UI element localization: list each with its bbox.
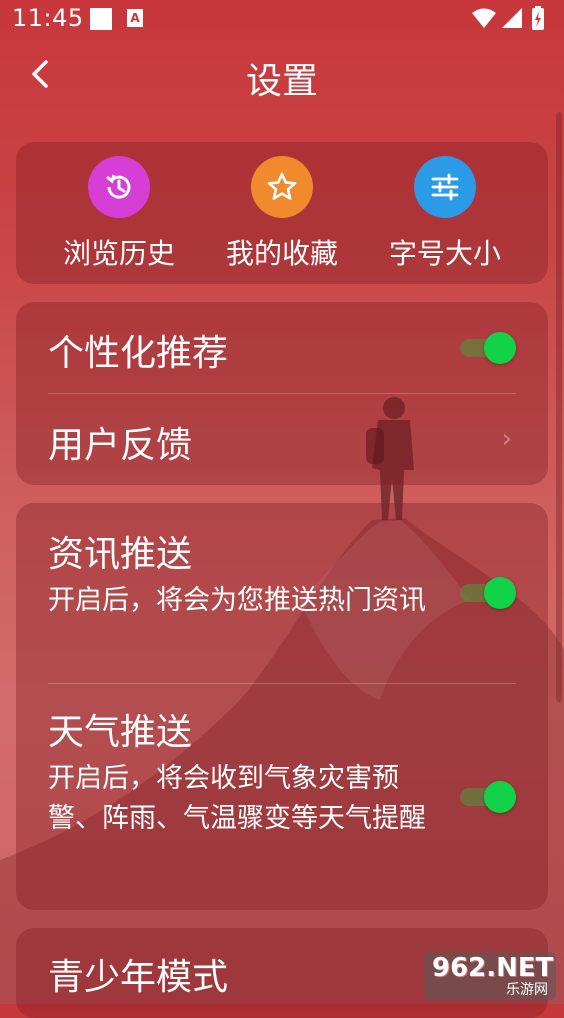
- quick-favorites-label: 我的收藏: [225, 237, 338, 270]
- wifi-icon: [472, 8, 496, 28]
- weather-push-desc: 开启后，将会收到气象灾害预警、阵雨、气温骤变等天气提醒: [48, 763, 426, 834]
- status-icons: [470, 6, 550, 36]
- settings-group-general: 个性化推荐 用户反馈 ›: [16, 302, 548, 485]
- feedback-label: 用户反馈: [48, 425, 193, 466]
- news-push-desc: 开启后，将会为您推送热门资讯: [48, 585, 426, 616]
- news-push-row[interactable]: 资讯推送 开启后，将会为您推送热门资讯: [48, 525, 516, 621]
- chevron-right-icon: ›: [501, 424, 512, 454]
- toggle-knob: [484, 781, 516, 813]
- notification-square-icon: [90, 8, 112, 30]
- page-title: 设置: [245, 61, 318, 102]
- scrollbar[interactable]: [556, 112, 562, 702]
- watermark-logo: 962.NET 乐游网: [424, 952, 556, 1000]
- personalized-recommend-row[interactable]: 个性化推荐: [48, 324, 516, 376]
- divider: [48, 393, 516, 394]
- status-time: 11:45: [12, 4, 84, 32]
- signal-icon: [502, 8, 522, 28]
- quick-favorites[interactable]: 我的收藏: [207, 156, 357, 272]
- watermark-sub: 乐游网: [506, 982, 548, 998]
- quick-actions-card: 浏览历史 我的收藏 字号大小: [16, 142, 548, 284]
- personalized-recommend-label: 个性化推荐: [48, 333, 229, 374]
- weather-push-row[interactable]: 天气推送 开启后，将会收到气象灾害预警、阵雨、气温骤变等天气提醒: [48, 703, 516, 839]
- weather-push-toggle[interactable]: [460, 781, 516, 813]
- toggle-knob: [484, 577, 516, 609]
- quick-font-size[interactable]: 字号大小: [370, 156, 520, 272]
- header: 设置: [0, 40, 564, 112]
- settings-group-push: 资讯推送 开启后，将会为您推送热门资讯 天气推送 开启后，将会收到气象灾害预警、…: [16, 503, 548, 910]
- quick-font-size-label: 字号大小: [388, 237, 501, 270]
- quick-history[interactable]: 浏览历史: [44, 156, 194, 272]
- battery-icon: [532, 6, 544, 30]
- toggle-knob: [484, 332, 516, 364]
- quick-history-label: 浏览历史: [62, 237, 175, 270]
- divider: [48, 683, 516, 684]
- history-icon: [88, 156, 150, 218]
- star-icon: [251, 156, 313, 218]
- weather-push-title: 天气推送: [48, 712, 193, 753]
- notification-app-icon: A: [127, 9, 143, 27]
- news-push-title: 资讯推送: [48, 534, 193, 575]
- feedback-row[interactable]: 用户反馈: [48, 416, 516, 468]
- news-push-toggle[interactable]: [460, 577, 516, 609]
- status-bar: 11:45 A: [0, 0, 564, 40]
- sliders-icon: [414, 156, 476, 218]
- personalized-recommend-toggle[interactable]: [460, 332, 516, 364]
